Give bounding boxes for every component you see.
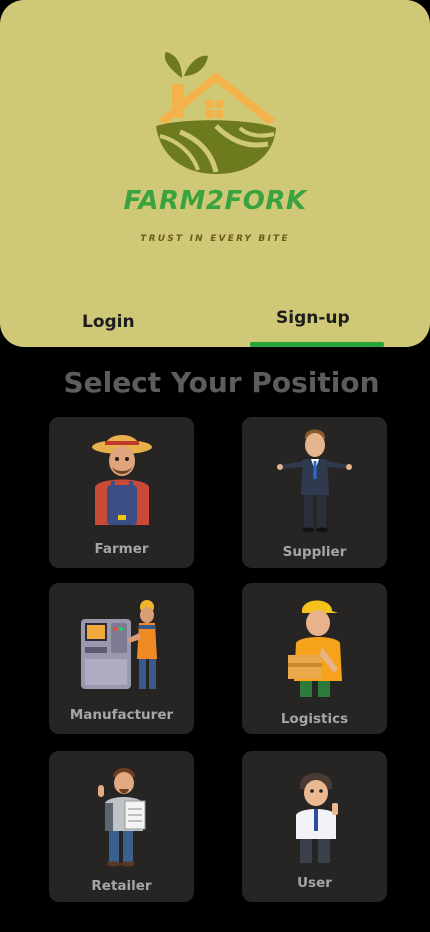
position-card-user[interactable]: User bbox=[242, 751, 387, 902]
position-label-supplier: Supplier bbox=[282, 544, 347, 560]
tab-login[interactable]: Login bbox=[82, 312, 135, 332]
farmer-avatar-icon bbox=[92, 435, 152, 525]
position-card-supplier[interactable]: Supplier bbox=[242, 417, 387, 568]
supplier-avatar-icon bbox=[277, 429, 352, 533]
header-panel: FARM2FORK TRUST IN EVERY BITE Login Sign… bbox=[0, 0, 430, 347]
position-label-retailer: Retailer bbox=[91, 878, 152, 894]
tab-signup[interactable]: Sign-up bbox=[276, 308, 350, 328]
user-avatar-icon bbox=[296, 773, 338, 863]
page-title: Select Your Position bbox=[63, 366, 380, 399]
position-label-user: User bbox=[297, 875, 332, 891]
position-card-retailer[interactable]: Retailer bbox=[49, 751, 194, 902]
brand-tagline: TRUST IN EVERY BITE bbox=[140, 234, 290, 244]
brand-name: FARM2FORK bbox=[123, 186, 307, 216]
position-card-logistics[interactable]: Logistics bbox=[242, 583, 387, 734]
retailer-avatar-icon bbox=[98, 768, 146, 867]
position-card-farmer[interactable]: Farmer bbox=[49, 417, 194, 568]
logistics-avatar-icon bbox=[288, 600, 342, 697]
position-label-manufacturer: Manufacturer bbox=[69, 707, 174, 723]
position-label-farmer: Farmer bbox=[94, 541, 149, 557]
position-label-logistics: Logistics bbox=[280, 711, 349, 727]
position-card-manufacturer[interactable]: Manufacturer bbox=[49, 583, 194, 734]
farm-logo-icon bbox=[156, 52, 276, 174]
manufacturer-avatar-icon bbox=[81, 600, 157, 689]
active-tab-indicator bbox=[250, 342, 384, 347]
